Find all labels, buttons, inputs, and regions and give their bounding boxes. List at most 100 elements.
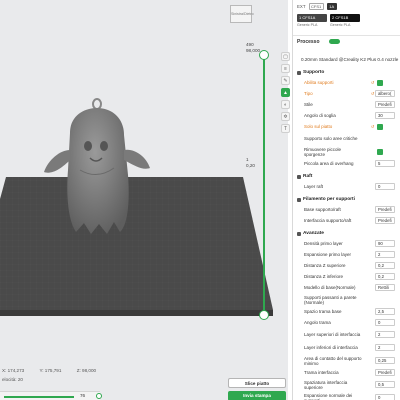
filament-id: 1 bbox=[299, 15, 302, 20]
filament-swatch: 2 CFS1B bbox=[330, 14, 360, 22]
setting-row: Area di contatto del supporto minimo 0,25 bbox=[293, 354, 400, 367]
setting-label: Layer superiori di interfaccia bbox=[304, 332, 361, 337]
process-profile-selector[interactable]: 0.20mm Standard @Creality K2 Plus 0.4 no… bbox=[293, 53, 400, 65]
advanced-rows: Densità primo layer 90 Espansione primo la… bbox=[293, 238, 400, 400]
cube-icon[interactable]: ▢ bbox=[281, 52, 290, 61]
setting-label: Layer raft bbox=[304, 184, 324, 189]
setting-value-input[interactable]: 0 bbox=[375, 183, 395, 190]
seam-icon[interactable]: ◐ bbox=[281, 100, 290, 109]
setting-value-input[interactable]: 2,5 bbox=[375, 308, 395, 315]
setting-value-input[interactable]: 2 bbox=[375, 344, 395, 351]
setting-row: Modello di base(Normale) Rettili bbox=[293, 282, 400, 293]
setting-label: Solo sul piatto bbox=[304, 124, 333, 129]
section-filament-label: Filamento per supporti bbox=[303, 197, 355, 202]
reset-icon[interactable]: ↺ bbox=[371, 91, 374, 96]
extruder-row: EXT CFS1 1A bbox=[293, 0, 400, 12]
section-raft-label: Raft bbox=[303, 174, 313, 179]
setting-label: Interfaccia supporto/raft bbox=[304, 218, 352, 223]
settings-panel: EXT CFS1 1A 1 CFS1A Generic PLA 2 CFS1B Gen… bbox=[292, 0, 400, 400]
setting-value-input[interactable]: 0,2 bbox=[375, 273, 395, 280]
filament-code: CFS1A bbox=[302, 15, 316, 20]
setting-label: Layer inferiori di interfaccia bbox=[304, 345, 358, 350]
coord-y: Y: 175,791 bbox=[39, 368, 62, 373]
filament-id: 2 bbox=[332, 15, 335, 20]
slice-plate-button[interactable]: Slice piatto bbox=[228, 378, 286, 388]
setting-label: Rimuovere piccole sporgenze bbox=[304, 146, 342, 157]
cfs1-slot-tag[interactable]: 1A bbox=[326, 2, 337, 10]
setting-value-input[interactable]: 0 bbox=[375, 319, 395, 326]
setting-value-input[interactable]: 30 bbox=[375, 112, 395, 119]
filament-name: Generic PLA bbox=[297, 23, 318, 27]
setting-checkbox[interactable] bbox=[377, 148, 383, 155]
setting-label: Spaziatura interfaccia superiore bbox=[304, 379, 348, 390]
setting-value-input[interactable]: 2 bbox=[375, 331, 395, 338]
ext-label: EXT bbox=[297, 3, 306, 9]
setting-row: Espansione normale dei supporti 0 bbox=[293, 391, 400, 400]
layer-slider-track[interactable] bbox=[263, 55, 265, 315]
setting-row: Distanza Z inferiore 0,2 bbox=[293, 271, 400, 282]
setting-row: Spazio trama base 2,5 bbox=[293, 306, 400, 317]
filament-support-rows: Base supporto/raft Predefi Interfaccia sup… bbox=[293, 204, 400, 226]
setting-row: Densità primo layer 90 bbox=[293, 238, 400, 249]
setting-value-input[interactable]: Predefi bbox=[375, 217, 395, 224]
move-slider-track[interactable] bbox=[4, 396, 74, 398]
layer-bottom-readout: 1 0,20 bbox=[246, 157, 255, 169]
cfs1-tag[interactable]: CFS1 bbox=[308, 2, 324, 10]
support-icon[interactable]: ▲ bbox=[281, 88, 290, 97]
setting-row: Angolo di soglia 30 bbox=[293, 110, 400, 121]
setting-checkbox[interactable] bbox=[377, 123, 383, 130]
build-plate bbox=[0, 177, 273, 316]
setting-label: Tipo bbox=[304, 91, 313, 96]
pencil-icon[interactable]: ✎ bbox=[281, 76, 290, 85]
setting-label: Distanza Z superiore bbox=[304, 263, 346, 268]
setting-checkbox[interactable] bbox=[377, 79, 383, 86]
send-print-button[interactable]: Invia stampa bbox=[228, 391, 286, 400]
setting-value-input[interactable]: albero( bbox=[375, 90, 395, 97]
move-slider-bar: 76 bbox=[0, 391, 102, 400]
setting-value-input[interactable]: 0 bbox=[375, 394, 395, 400]
text-icon[interactable]: T bbox=[281, 124, 290, 133]
move-slider-handle[interactable] bbox=[96, 393, 102, 399]
setting-value-input[interactable]: 0,25 bbox=[375, 357, 395, 364]
fuzzy-icon[interactable]: ✲ bbox=[281, 112, 290, 121]
filament-slot[interactable]: 2 CFS1B Generic PLA bbox=[330, 14, 360, 27]
setting-label: Area di contatto del supporto minimo bbox=[304, 355, 362, 366]
setting-row: Layer inferiori di interfaccia 2 bbox=[293, 341, 400, 354]
filament-slot[interactable]: 1 CFS1A Generic PLA bbox=[297, 14, 327, 27]
setting-label: Supporti passanti a parete (Normale) bbox=[304, 294, 357, 305]
3d-viewport[interactable]: Sinistra/Dietro 490 98,000 1 0,20 X: 174… bbox=[0, 0, 288, 400]
setting-label: Piccola area di overhang bbox=[304, 161, 354, 166]
setting-value-input[interactable]: Predefi bbox=[375, 369, 395, 376]
layer-bottom-height: 0,20 bbox=[246, 163, 255, 168]
setting-value-input[interactable]: Predefi bbox=[375, 101, 395, 108]
process-title: Processo bbox=[297, 38, 320, 45]
reset-icon[interactable]: ↺ bbox=[371, 80, 374, 85]
setting-value-input[interactable]: 0,2 bbox=[375, 262, 395, 269]
layer-slider-bottom-handle[interactable] bbox=[259, 310, 269, 320]
setting-row: Angolo trama 0 bbox=[293, 317, 400, 328]
setting-row: Trama interfaccia Predefi bbox=[293, 367, 400, 378]
setting-row: Piccola area di overhang 5 bbox=[293, 158, 400, 169]
setting-row: Rimuovere piccole sporgenze bbox=[293, 145, 400, 158]
view-cube[interactable]: Sinistra/Dietro bbox=[230, 5, 254, 23]
setting-label: Trama interfaccia bbox=[304, 370, 339, 375]
reset-icon[interactable]: ↺ bbox=[371, 124, 374, 129]
advanced-toggle[interactable] bbox=[328, 39, 340, 44]
layers-icon[interactable]: ≡ bbox=[281, 64, 290, 73]
setting-row: Layer raft 0 bbox=[293, 181, 400, 192]
layer-slider-top-handle[interactable] bbox=[259, 50, 269, 60]
setting-value-input[interactable]: Rettili bbox=[375, 284, 395, 291]
setting-label: Stile bbox=[304, 102, 313, 107]
coord-z: Z: 98,000 bbox=[76, 368, 97, 373]
setting-value-input[interactable]: 0,5 bbox=[375, 381, 395, 388]
section-avanzate: Avanzate bbox=[293, 229, 400, 238]
setting-label: Modello di base(Normale) bbox=[304, 285, 356, 290]
setting-row: Solo sul piatto ↺ bbox=[293, 121, 400, 132]
setting-value-input[interactable]: 90 bbox=[375, 240, 395, 247]
setting-value-input[interactable]: Predefi bbox=[375, 206, 395, 213]
setting-value-input[interactable]: 5 bbox=[375, 160, 395, 167]
setting-row: Supporto solo aree critiche bbox=[293, 132, 400, 145]
setting-value-input[interactable]: 2 bbox=[375, 251, 395, 258]
setting-label: Espansione normale dei supporti bbox=[304, 392, 353, 400]
setting-row: Tipo ↺ albero( bbox=[293, 88, 400, 99]
